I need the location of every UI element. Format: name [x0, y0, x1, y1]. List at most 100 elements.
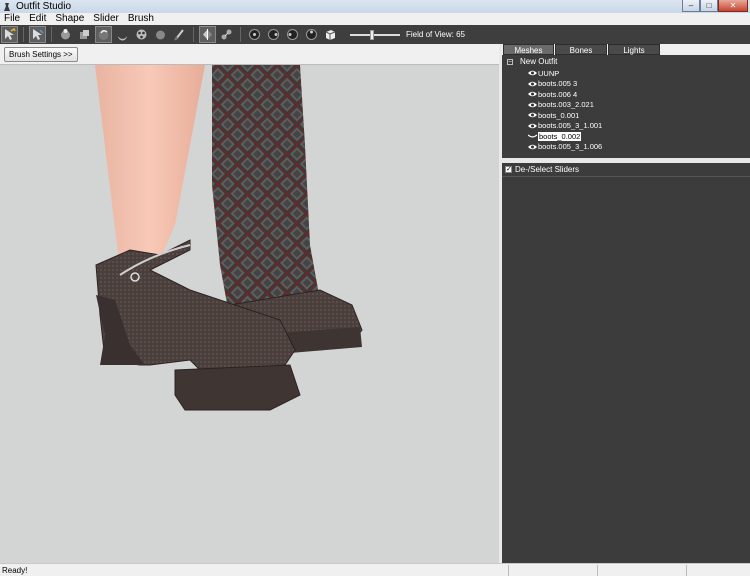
move-brush-icon [98, 29, 109, 40]
perspective-toggle-icon [325, 30, 336, 40]
toolbar-separator [23, 27, 24, 42]
collapse-icon[interactable]: – [507, 58, 513, 65]
sliders-list [502, 177, 750, 563]
view-right-button[interactable] [303, 26, 320, 43]
inflate-brush-button[interactable] [57, 26, 74, 43]
status-separator [597, 565, 598, 576]
mesh-item[interactable]: boots.006 4 [528, 89, 577, 99]
left-shoe-sole [174, 364, 301, 411]
status-separator [508, 565, 509, 576]
deflate-brush-button[interactable] [76, 26, 93, 43]
right-panel: Meshes Bones Lights – New Outfit UUNP bo… [502, 44, 750, 563]
panel-tabs: Meshes Bones Lights [502, 44, 750, 55]
tab-lights[interactable]: Lights [608, 44, 660, 55]
symmetry-toggle-button[interactable] [199, 26, 216, 43]
mesh-item-label: boots.005 3 [538, 79, 578, 88]
3d-viewport[interactable]: Brush Settings >> [0, 44, 499, 563]
view-back-icon [268, 29, 279, 40]
unmask-brush-icon [156, 30, 165, 40]
eye-icon[interactable] [528, 112, 537, 118]
brush-settings-bar: Brush Settings >> [0, 44, 499, 65]
connected-only-button[interactable] [218, 26, 235, 43]
window-controls: – □ ✕ [682, 0, 748, 12]
tab-meshes[interactable]: Meshes [503, 44, 554, 55]
deflate-brush-icon [80, 30, 89, 39]
menu-file[interactable]: File [0, 13, 25, 25]
connected-only-icon [221, 29, 232, 40]
eye-icon[interactable] [528, 70, 537, 76]
mesh-item[interactable]: boots.003_2.021 [528, 100, 594, 110]
menu-shape[interactable]: Shape [51, 13, 89, 25]
eye-icon[interactable] [528, 81, 537, 87]
eye-icon[interactable] [528, 123, 537, 129]
move-brush-button[interactable] [95, 26, 112, 43]
transform-tool-button[interactable] [29, 26, 46, 43]
plaid-pants-leg [212, 65, 320, 325]
mesh-item-label: boots.005_3_1.001 [538, 121, 603, 130]
toolbar: Field of View: 65 [0, 25, 750, 44]
smooth-brush-button[interactable] [114, 26, 131, 43]
tree-root[interactable]: – New Outfit [507, 57, 557, 66]
symmetry-toggle-icon [203, 29, 212, 40]
mesh-item[interactable]: boots.005_3_1.001 [528, 121, 602, 131]
toolbar-separator [240, 27, 241, 42]
close-button[interactable]: ✕ [718, 0, 748, 12]
menu-brush[interactable]: Brush [124, 13, 159, 25]
mesh-item[interactable]: boots.005 3 [528, 79, 577, 89]
unmask-brush-button[interactable] [152, 26, 169, 43]
eye-icon[interactable] [528, 102, 537, 108]
mesh-item-label: boots.005_3_1.006 [538, 142, 603, 151]
weight-brush-button[interactable] [171, 26, 188, 43]
inflate-brush-icon [61, 29, 70, 40]
brush-settings-button[interactable]: Brush Settings >> [4, 47, 78, 62]
mesh-item[interactable]: UUNP [528, 68, 559, 78]
mesh-item-label: boots_0.001 [538, 110, 580, 120]
mesh-item-selected[interactable]: boots_0.002 [528, 131, 582, 141]
toolbar-separator [193, 27, 194, 42]
fov-slider-thumb[interactable] [370, 29, 374, 40]
title-bar: Outfit Studio – □ ✕ [0, 0, 750, 13]
transform-tool-icon [33, 29, 44, 40]
mesh-item-label: boots_0.002 [538, 131, 582, 141]
view-back-button[interactable] [265, 26, 282, 43]
3d-scene-render [95, 65, 363, 411]
minimize-button[interactable]: – [682, 0, 700, 12]
menu-bar: File Edit Shape Slider Brush [0, 13, 750, 25]
status-text: Ready! [2, 565, 28, 575]
app-icon [4, 2, 10, 11]
eye-icon[interactable] [528, 144, 537, 150]
eye-icon[interactable] [528, 91, 537, 97]
perspective-toggle-button[interactable] [322, 26, 339, 43]
mask-brush-button[interactable] [133, 26, 150, 43]
mask-brush-icon [136, 29, 147, 40]
sliders-header: ✓ De-/Select Sliders [502, 163, 750, 177]
fov-slider[interactable] [350, 29, 400, 40]
select-tool-icon [5, 28, 16, 40]
mesh-item[interactable]: boots_0.001 [528, 110, 579, 120]
tab-bones[interactable]: Bones [555, 44, 607, 55]
view-right-icon [306, 29, 317, 40]
view-left-icon [287, 29, 298, 40]
select-tool-button[interactable] [1, 26, 18, 43]
mesh-item-label: boots.006 4 [538, 89, 578, 99]
menu-slider[interactable]: Slider [89, 13, 124, 25]
mesh-item-label: boots.003_2.021 [538, 100, 594, 109]
tree-root-label: New Outfit [520, 57, 558, 66]
sliders-header-label: De-/Select Sliders [515, 165, 580, 174]
window-title: Outfit Studio [16, 1, 72, 12]
eye-closed-icon[interactable] [528, 133, 537, 139]
weight-brush-icon [174, 29, 184, 41]
status-separator [686, 565, 687, 576]
view-front-button[interactable] [246, 26, 263, 43]
view-left-button[interactable] [284, 26, 301, 43]
maximize-button[interactable]: □ [700, 0, 718, 12]
mesh-item[interactable]: boots.005_3_1.006 [528, 142, 602, 152]
mesh-tree: – New Outfit UUNP boots.005 3 boots.006 … [502, 55, 750, 158]
fov-label: Field of View: 65 [406, 30, 465, 39]
toolbar-separator [51, 27, 52, 42]
view-front-icon [249, 29, 260, 40]
mesh-item-label: UUNP [538, 68, 560, 78]
status-bar: Ready! [0, 563, 750, 576]
deselect-sliders-checkbox[interactable]: ✓ [505, 166, 512, 173]
menu-edit[interactable]: Edit [25, 13, 51, 25]
